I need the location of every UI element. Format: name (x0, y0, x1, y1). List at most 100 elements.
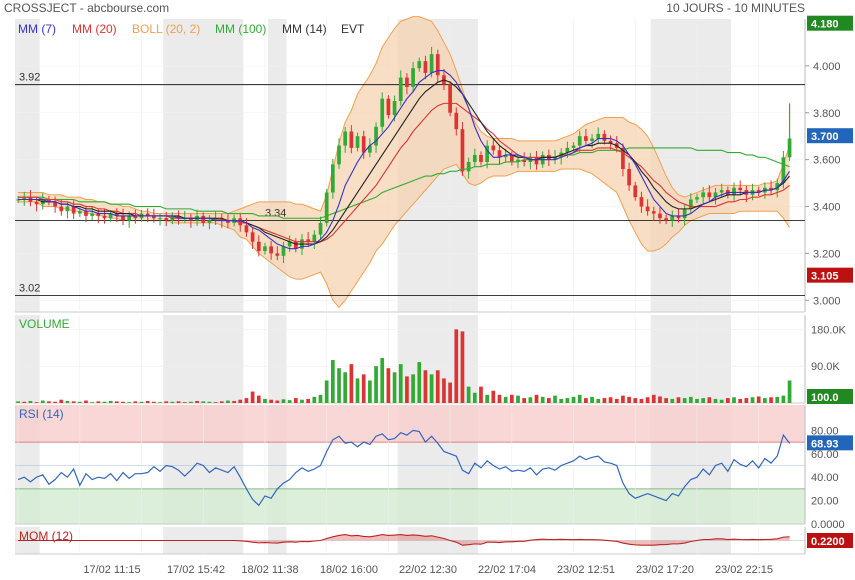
volume-bar (355, 378, 360, 403)
volume-bar (781, 395, 786, 403)
volume-bar (614, 398, 619, 403)
candle-body (102, 215, 107, 219)
volume-bar (238, 399, 243, 403)
candle-body (423, 61, 428, 73)
chart-canvas: 4.0003.8003.6003.4003.2003.0003.923.343.… (15, 15, 853, 576)
candle-body (201, 215, 206, 223)
candle-body (386, 98, 391, 116)
volume-bar (713, 398, 718, 403)
volume-bar (417, 362, 422, 403)
volume-bar (584, 398, 588, 403)
candle-body (355, 136, 360, 148)
candle-body (331, 164, 335, 193)
volume-bar (485, 394, 489, 403)
candle-body (645, 206, 650, 212)
volume-bar (256, 395, 261, 403)
volume-bar (497, 394, 502, 403)
volume-bar (405, 376, 409, 403)
rsi-tick-label: 0.0000 (811, 519, 845, 531)
legend-entry: MM (14) (282, 22, 327, 36)
volume-bar (114, 401, 119, 403)
volume-bar (639, 398, 644, 403)
candle-body (84, 211, 88, 216)
volume-bar (621, 395, 625, 403)
x-axis-tick-label: 18/02 11:38 (241, 564, 298, 576)
candle-body (719, 190, 724, 193)
volume-bar (189, 401, 193, 403)
volume-bar (707, 397, 712, 403)
candle-body (454, 112, 459, 130)
volume-bar (571, 396, 576, 403)
candle-body (701, 192, 706, 198)
volume-bar (28, 400, 33, 403)
candle-body (411, 68, 415, 87)
volume-bar (787, 380, 792, 403)
candle-body (460, 129, 465, 172)
volume-bar (213, 402, 218, 403)
volume-bar (102, 401, 107, 403)
price-tick-label: 3.400 (813, 202, 841, 214)
candle-body (59, 206, 64, 212)
legend-entry: MM (7) (18, 22, 56, 36)
volume-bar (442, 378, 446, 403)
volume-bar (108, 400, 113, 403)
rsi-value-badge: 68.93 (811, 438, 839, 450)
volume-bar (522, 398, 527, 403)
volume-bar (374, 366, 378, 403)
candle-body (250, 232, 255, 242)
candle-body (633, 185, 638, 198)
volume-bar (756, 396, 761, 403)
volume-bar (219, 401, 224, 403)
candle-body (380, 98, 385, 127)
candle-body (651, 211, 656, 214)
x-axis-tick-label: 17/02 11:15 (83, 564, 140, 576)
candle-body (738, 187, 743, 191)
volume-bar (380, 357, 385, 403)
candle-body (571, 145, 576, 148)
volume-bar (337, 368, 341, 403)
x-axis-tick-label: 23/02 12:51 (557, 564, 615, 576)
volume-bar (386, 368, 391, 403)
volume-bar (201, 401, 206, 403)
volume-bar (460, 331, 465, 403)
volume-bar (534, 394, 539, 403)
volume-bar (429, 374, 434, 403)
volume-bar (250, 391, 255, 403)
candle-body (263, 246, 267, 252)
legend-entry: MM (100) (215, 22, 266, 36)
candle-body (732, 187, 736, 195)
rsi-oversold-zone (15, 488, 805, 524)
candle-body (688, 199, 693, 209)
volume-bar (547, 398, 551, 403)
volume-bar (300, 399, 304, 403)
volume-bar (287, 400, 292, 403)
candle-body (121, 215, 125, 221)
candle-body (127, 215, 132, 221)
volume-bar (664, 398, 668, 403)
volume-bar (324, 380, 329, 403)
volume-bar (368, 380, 372, 403)
price-tick-label: 4.000 (813, 61, 841, 73)
legend-entry: MM (20) (72, 22, 117, 36)
volume-bar (90, 402, 94, 403)
session-shade-band (650, 315, 731, 403)
volume-bar (71, 401, 76, 403)
volume-bar (682, 398, 687, 403)
session-shade-band (268, 315, 287, 403)
candle-body (479, 154, 483, 162)
x-axis-tick-label: 18/02 16:00 (320, 564, 378, 576)
volume-bar (170, 401, 175, 403)
candle-body (65, 206, 70, 212)
volume-bar (158, 402, 162, 403)
volume-bar (633, 398, 638, 403)
session-shade-band (15, 19, 40, 312)
rsi-tick-label: 40.00 (811, 472, 839, 484)
volume-bar (269, 399, 273, 403)
volume-bar (466, 386, 471, 403)
price-tick-label: 3.800 (813, 108, 841, 120)
candle-body (361, 136, 366, 153)
volume-bar (361, 374, 366, 403)
volume-bar (509, 394, 514, 403)
candle-body (275, 253, 280, 256)
volume-value-badge: 100.0 (811, 392, 839, 404)
